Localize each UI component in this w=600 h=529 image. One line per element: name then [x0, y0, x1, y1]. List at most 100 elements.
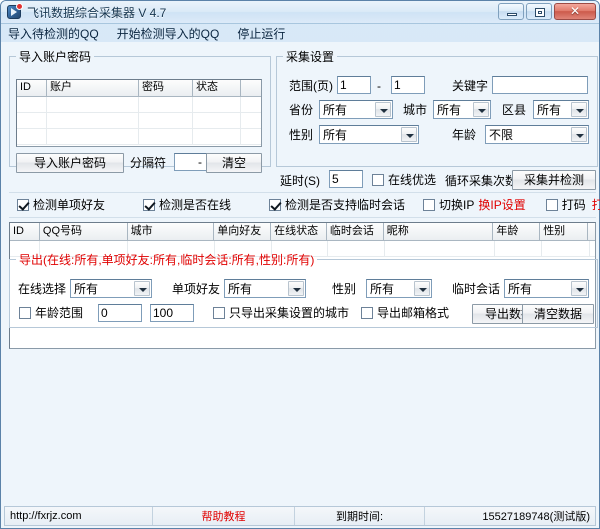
export-gender-select[interactable]: 所有 — [366, 279, 432, 298]
check-temp-session[interactable]: 检测是否支持临时会话 — [269, 198, 405, 212]
export-online-select[interactable]: 所有 — [70, 279, 152, 298]
range-to-input[interactable] — [391, 76, 425, 94]
check-captcha[interactable]: 打码 — [545, 198, 586, 212]
age-max-input[interactable] — [150, 304, 194, 322]
chevron-down-icon[interactable] — [414, 281, 430, 296]
captcha-settings-link[interactable]: 打码设置 — [592, 198, 600, 212]
export-oneway-select[interactable]: 所有 — [224, 279, 306, 298]
province-select[interactable]: 所有 — [319, 100, 393, 119]
app-spider-icon — [6, 3, 23, 20]
status-url[interactable]: http://fxrjz.com — [5, 507, 153, 525]
mail-format-label: 导出邮箱格式 — [377, 306, 450, 320]
title-bar: 飞讯数据综合采集器 V 4.7 ✕ — [1, 1, 599, 24]
detection-options-row: 检测单项好友 检测是否在线 检测是否支持临时会话 切换IP 换IP设置 打码 打 — [9, 192, 600, 218]
window-title: 飞讯数据综合采集器 V 4.7 — [27, 5, 167, 20]
import-col-account[interactable]: 账户 — [47, 80, 139, 96]
menu-item-start-detect[interactable]: 开始检测导入的QQ — [117, 25, 230, 42]
age-min-input[interactable] — [98, 304, 142, 322]
checkbox-box — [17, 199, 29, 211]
check-online-status[interactable]: 检测是否在线 — [143, 198, 231, 212]
chevron-down-icon[interactable] — [134, 281, 150, 296]
gender-label: 性别 — [289, 128, 314, 142]
chevron-down-icon[interactable] — [401, 127, 417, 142]
export-online-value: 所有 — [74, 282, 99, 296]
checkbox-box — [372, 174, 384, 186]
delay-input[interactable] — [329, 170, 363, 188]
import-col-password[interactable]: 密码 — [139, 80, 193, 96]
age-range-checkbox[interactable]: 年龄范围 — [19, 306, 83, 320]
status-help-link[interactable]: 帮助教程 — [153, 507, 295, 525]
only-collected-city-checkbox[interactable]: 只导出采集设置的城市 — [213, 306, 349, 320]
check-switch-ip[interactable]: 切换IP — [423, 198, 474, 212]
import-col-id[interactable]: ID — [17, 80, 47, 96]
results-col-city[interactable]: 城市 — [127, 223, 215, 240]
collect-and-detect-button[interactable]: 采集并检测 — [512, 170, 596, 190]
checkbox-box — [19, 307, 31, 319]
collect-settings-group: 采集设置 范围(页) - 关键字 省份 所有 城市 所有 — [276, 48, 598, 167]
chevron-down-icon[interactable] — [375, 102, 391, 117]
results-col-blank[interactable] — [588, 223, 595, 240]
results-col-oneway[interactable]: 单向好友 — [214, 223, 272, 240]
import-table-body — [17, 97, 261, 145]
check-captcha-label: 打码 — [561, 198, 586, 212]
collect-group-legend: 采集设置 — [286, 50, 335, 64]
checkbox-box — [361, 307, 373, 319]
city-label: 城市 — [403, 103, 428, 117]
range-label: 范围(页) — [289, 79, 333, 93]
results-table-header: ID QQ号码 城市 单向好友 在线状态 临时会话 昵称 年龄 性别 — [10, 223, 595, 241]
results-col-online[interactable]: 在线状态 — [271, 223, 327, 240]
chevron-down-icon[interactable] — [571, 127, 587, 142]
online-priority-label: 在线优选 — [388, 173, 437, 187]
minimize-icon — [507, 13, 517, 16]
delay-label: 延时(S) — [280, 174, 320, 188]
results-col-gender[interactable]: 性别 — [540, 223, 589, 240]
check-oneway-friend[interactable]: 检测单项好友 — [17, 198, 105, 212]
results-col-temp[interactable]: 临时会话 — [326, 223, 384, 240]
import-table-header: ID 账户 密码 状态 — [17, 80, 261, 97]
check-temp-session-label: 检测是否支持临时会话 — [285, 198, 406, 212]
import-col-blank[interactable] — [241, 80, 261, 96]
chevron-down-icon[interactable] — [288, 281, 304, 296]
district-select[interactable]: 所有 — [533, 100, 589, 119]
district-label: 区县 — [502, 103, 527, 117]
keyword-label: 关键字 — [452, 79, 489, 93]
minimize-button[interactable] — [498, 3, 524, 20]
separator-label: 分隔符 — [130, 156, 167, 170]
export-group: 导出(在线:所有,单项好友:所有,临时会话:所有,性别:所有) 在线选择 所有 … — [9, 251, 598, 328]
range-from-input[interactable] — [337, 76, 371, 94]
menu-bar: 导入待检测的QQ 开始检测导入的QQ 停止运行 — [1, 24, 599, 42]
ip-settings-link[interactable]: 换IP设置 — [478, 198, 525, 212]
table-row[interactable] — [17, 97, 261, 113]
results-col-nickname[interactable]: 昵称 — [383, 223, 494, 240]
table-row[interactable] — [17, 129, 261, 145]
import-col-status[interactable]: 状态 — [193, 80, 241, 96]
age-select[interactable]: 不限 — [485, 125, 589, 144]
export-gender-label: 性别 — [332, 282, 357, 296]
menu-item-stop[interactable]: 停止运行 — [237, 25, 295, 42]
clear-data-button[interactable]: 清空数据 — [522, 304, 594, 324]
only-collected-city-label: 只导出采集设置的城市 — [229, 306, 350, 320]
chevron-down-icon[interactable] — [571, 281, 587, 296]
maximize-button[interactable] — [526, 3, 552, 20]
import-accounts-table[interactable]: ID 账户 密码 状态 — [16, 79, 262, 147]
close-button[interactable]: ✕ — [554, 3, 596, 20]
chevron-down-icon[interactable] — [571, 102, 587, 117]
gender-value: 所有 — [323, 128, 348, 142]
chevron-down-icon[interactable] — [473, 102, 489, 117]
online-priority-checkbox[interactable]: 在线优选 — [372, 173, 436, 187]
import-accounts-button[interactable]: 导入账户密码 — [16, 153, 124, 173]
results-col-qq[interactable]: QQ号码 — [39, 223, 128, 240]
status-license: 15527189748(测试版) — [482, 511, 590, 523]
mail-format-checkbox[interactable]: 导出邮箱格式 — [361, 306, 449, 320]
table-row[interactable] — [17, 113, 261, 129]
menu-item-import-qq[interactable]: 导入待检测的QQ — [8, 25, 109, 42]
results-col-id[interactable]: ID — [10, 223, 40, 240]
gender-select[interactable]: 所有 — [319, 125, 419, 144]
city-select[interactable]: 所有 — [433, 100, 491, 119]
import-group-legend: 导入账户密码 — [19, 50, 92, 64]
maximize-icon — [535, 8, 545, 17]
keyword-input[interactable] — [492, 76, 588, 94]
export-temp-select[interactable]: 所有 — [504, 279, 589, 298]
results-col-age[interactable]: 年龄 — [493, 223, 541, 240]
clear-import-button[interactable]: 清空 — [206, 153, 262, 173]
